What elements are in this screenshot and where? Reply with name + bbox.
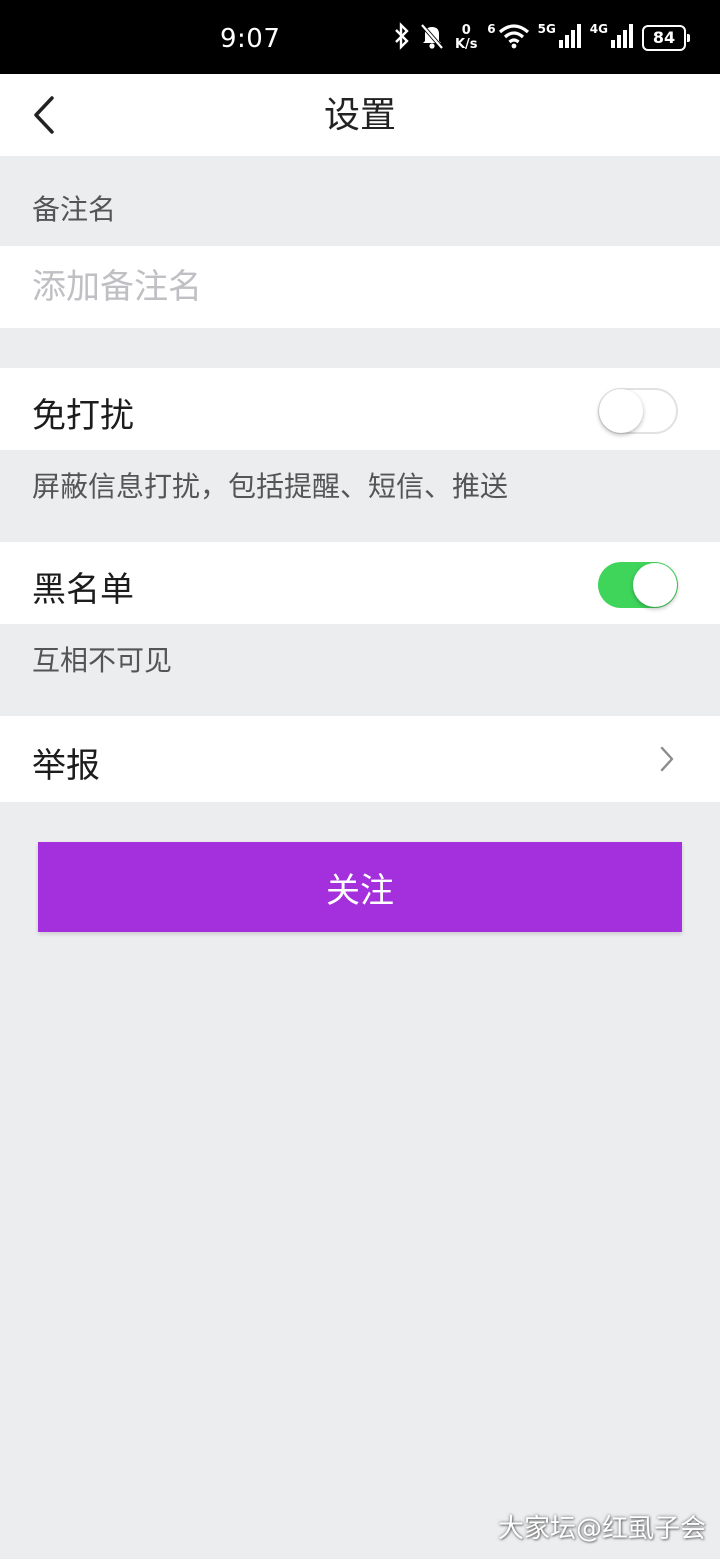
page-title: 设置 <box>323 95 396 136</box>
bluetooth-icon <box>393 22 411 54</box>
remark-section-label: 备注名 <box>32 193 117 226</box>
remark-row <box>0 246 720 328</box>
cellular-signal-icon <box>558 23 582 53</box>
dnd-description: 屏蔽信息打扰，包括提醒、短信、推送 <box>32 470 509 503</box>
status-icons: 0 K/s 6 5G 4G 84 <box>393 22 690 54</box>
battery-icon: 84 <box>642 25 690 51</box>
cellular-signal-icon-2 <box>610 23 634 53</box>
bell-muted-icon <box>419 22 445 54</box>
dnd-row[interactable]: 免打扰 <box>0 368 720 450</box>
chevron-right-icon <box>660 746 674 772</box>
report-label: 举报 <box>32 746 100 786</box>
blacklist-description: 互相不可见 <box>32 644 173 677</box>
network-speed-unit: K/s <box>454 37 478 52</box>
remark-input[interactable] <box>0 246 720 328</box>
wifi-label: 6 <box>487 22 496 36</box>
app-header: 设置 <box>0 74 720 156</box>
blacklist-label: 黑名单 <box>32 570 134 610</box>
status-bar: 9:07 0 K/s 6 5G 4G 84 <box>0 0 720 74</box>
dnd-toggle[interactable] <box>598 388 678 434</box>
watermark: 大家坛@红虱子会 <box>497 1514 706 1544</box>
network-speed: 0 K/s <box>453 24 479 52</box>
signal-1-label: 5G <box>537 22 556 36</box>
blacklist-toggle[interactable] <box>598 562 678 608</box>
wifi-icon <box>498 23 530 53</box>
follow-button[interactable]: 关注 <box>38 842 682 932</box>
toggle-knob <box>599 389 643 433</box>
toggle-knob <box>633 563 677 607</box>
dnd-label: 免打扰 <box>32 396 134 436</box>
blacklist-row[interactable]: 黑名单 <box>0 542 720 624</box>
signal-2-label: 4G <box>589 22 608 36</box>
network-speed-value: 0 <box>461 23 471 38</box>
report-row[interactable]: 举报 <box>0 716 720 802</box>
status-time: 9:07 <box>220 24 281 54</box>
